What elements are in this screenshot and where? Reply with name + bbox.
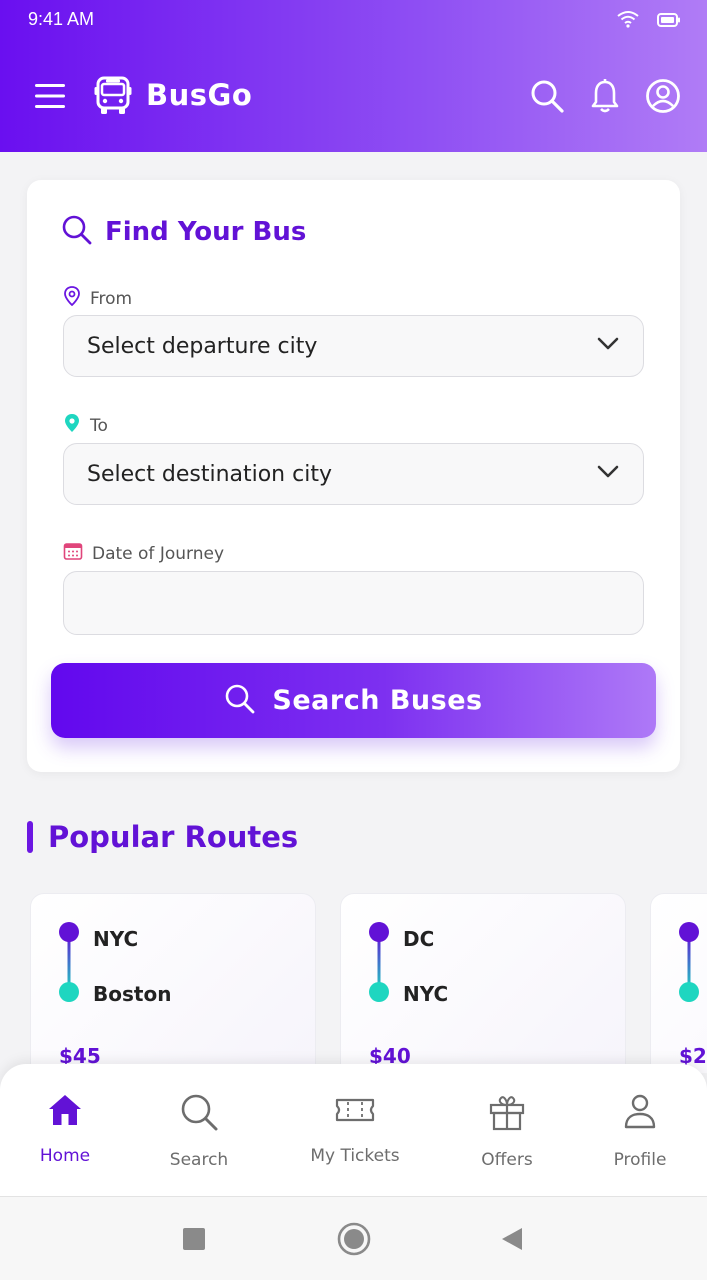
from-label: From <box>63 286 132 311</box>
nav-item-my-tickets[interactable]: My Tickets <box>295 1092 415 1166</box>
status-bar: 9:41 AM <box>0 0 707 42</box>
status-icons <box>617 10 681 32</box>
search-card: Find Your Bus From Select departure city… <box>27 180 680 772</box>
route-line-icon <box>59 922 79 1002</box>
from-label-text: From <box>90 288 133 309</box>
route-line-icon <box>369 922 389 1002</box>
system-nav-bar <box>0 1196 707 1280</box>
location-outline-icon <box>63 286 81 311</box>
popular-routes-title: Popular Routes <box>48 820 299 854</box>
header-background: 9:41 AM BusGo <box>0 0 707 152</box>
search-buses-button[interactable]: Search Buses <box>51 663 656 738</box>
chevron-down-icon <box>597 464 619 483</box>
wifi-icon <box>617 10 639 32</box>
app-bar-actions <box>529 76 681 116</box>
route-card[interactable]: NYC Boston $45 <box>30 893 316 1073</box>
calendar-icon <box>63 541 83 566</box>
app-title: BusGo <box>146 78 253 112</box>
battery-icon <box>657 12 681 31</box>
account-icon[interactable] <box>645 76 681 116</box>
card-title: Find Your Bus <box>61 214 306 250</box>
bus-icon <box>94 76 132 116</box>
location-filled-icon <box>63 413 81 438</box>
back-icon[interactable] <box>496 1223 528 1255</box>
route-card[interactable]: DC NYC $40 <box>340 893 626 1073</box>
date-label-text: Date of Journey <box>92 543 224 564</box>
from-select-value: Select departure city <box>87 334 318 359</box>
nav-label: Profile <box>613 1150 667 1170</box>
app-bar: BusGo <box>0 62 707 132</box>
route-card[interactable]: $2 <box>650 893 707 1073</box>
bell-icon[interactable] <box>587 76 623 116</box>
search-icon <box>179 1092 219 1136</box>
from-select[interactable]: Select departure city <box>63 315 644 377</box>
to-label-text: To <box>90 415 108 436</box>
search-icon[interactable] <box>529 76 565 116</box>
person-icon <box>622 1092 658 1136</box>
gift-icon <box>487 1092 527 1136</box>
date-label: Date of Journey <box>63 541 224 566</box>
nav-label: Offers <box>481 1150 533 1170</box>
section-accent-bar <box>27 821 33 853</box>
home-button-icon[interactable] <box>336 1221 372 1257</box>
nav-item-offers[interactable]: Offers <box>447 1092 567 1170</box>
popular-routes-header: Popular Routes <box>27 820 298 854</box>
home-icon <box>47 1092 83 1132</box>
search-icon <box>224 683 256 719</box>
to-select-value: Select destination city <box>87 462 332 487</box>
search-title-icon <box>61 214 93 250</box>
to-label: To <box>63 413 108 438</box>
status-time: 9:41 AM <box>28 9 95 29</box>
route-to: NYC <box>403 982 449 1006</box>
menu-icon[interactable] <box>34 82 66 112</box>
card-title-text: Find Your Bus <box>105 217 307 247</box>
nav-item-search[interactable]: Search <box>139 1092 259 1170</box>
nav-label: Home <box>39 1146 91 1166</box>
recents-icon[interactable] <box>178 1223 210 1255</box>
search-buses-label: Search Buses <box>272 685 483 716</box>
nav-label: My Tickets <box>310 1146 400 1166</box>
chevron-down-icon <box>597 336 619 355</box>
nav-item-profile[interactable]: Profile <box>580 1092 700 1170</box>
nav-label: Search <box>169 1150 229 1170</box>
routes-carousel[interactable]: NYC Boston $45 DC NYC $40 $2 <box>0 893 707 1073</box>
ticket-icon <box>334 1092 376 1132</box>
to-select[interactable]: Select destination city <box>63 443 644 505</box>
route-from: NYC <box>93 927 139 951</box>
route-to: Boston <box>93 982 172 1006</box>
route-line-icon <box>679 922 699 1002</box>
bottom-nav: Home Search My Tickets Offers Profile <box>0 1064 707 1224</box>
date-input[interactable] <box>63 571 644 635</box>
route-from: DC <box>403 927 435 951</box>
nav-item-home[interactable]: Home <box>5 1092 125 1224</box>
